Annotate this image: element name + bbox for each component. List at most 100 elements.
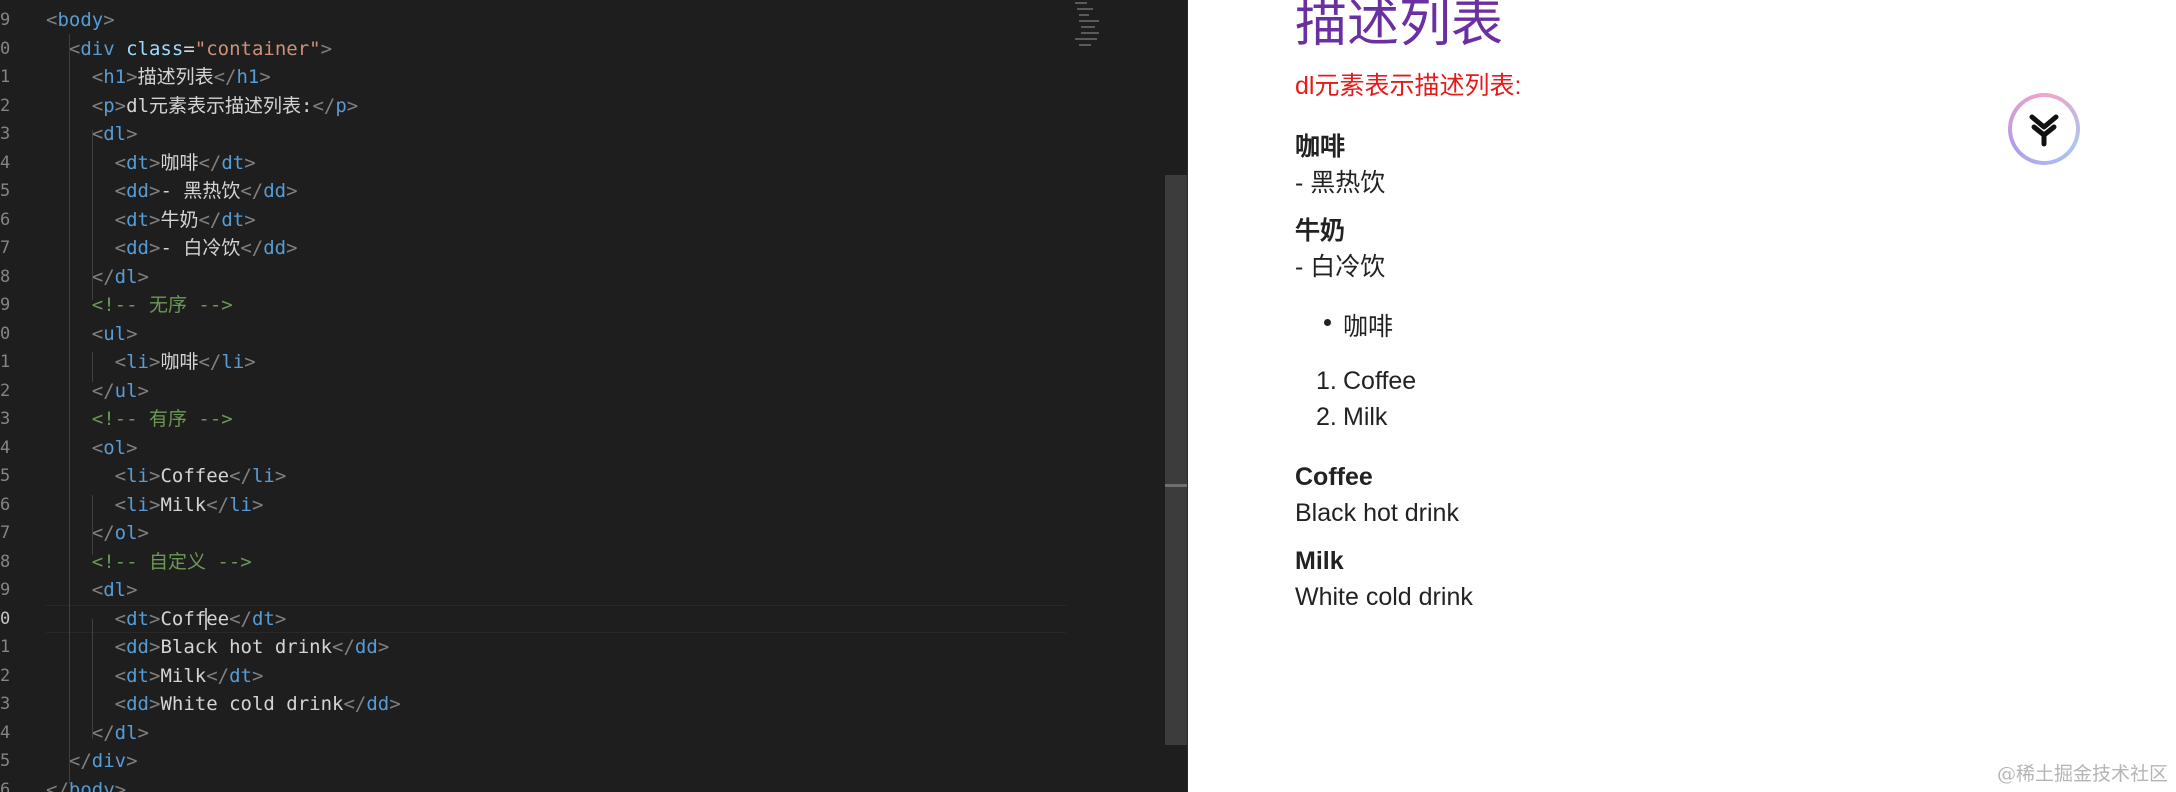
code-line[interactable]: <body> xyxy=(46,6,115,35)
code-line[interactable]: <!-- 无序 --> xyxy=(46,291,233,320)
code-token: </ xyxy=(91,265,115,288)
code-token: dl xyxy=(103,123,127,145)
code-token: dl xyxy=(114,265,138,288)
code-token: > xyxy=(126,66,138,88)
line-number: 3 xyxy=(0,409,10,429)
code-line[interactable]: <li>Milk</li> xyxy=(46,491,264,520)
code-token: < xyxy=(91,123,104,145)
code-token: dd xyxy=(126,693,149,715)
code-line[interactable]: <dt>Milk</dt> xyxy=(46,662,264,691)
code-token: h1 xyxy=(236,66,260,88)
code-token: > xyxy=(244,351,256,373)
code-line[interactable]: </dl> xyxy=(46,719,149,748)
code-line[interactable]: <dd>Black hot drink</dd> xyxy=(46,633,390,662)
code-token: 咖啡 xyxy=(160,351,199,373)
code-line[interactable]: <dd>White cold drink</dd> xyxy=(46,690,401,719)
code-token: </ xyxy=(91,721,115,744)
code-line[interactable]: </ol> xyxy=(46,519,149,548)
code-token: < xyxy=(91,94,104,117)
code-line[interactable]: <ol> xyxy=(46,434,138,463)
code-token: 牛奶 xyxy=(160,208,199,231)
dl2-term-coffee: Coffee xyxy=(1295,463,1373,491)
line-number: 9 xyxy=(0,580,10,600)
code-token: dd xyxy=(126,180,149,202)
code-token: > xyxy=(346,94,359,117)
code-token: </ xyxy=(206,664,230,687)
code-token: dt xyxy=(126,151,149,174)
code-line[interactable]: <ul> xyxy=(46,320,138,349)
code-editor[interactable]: 9012345678901234567890123456 <body> <div… xyxy=(0,0,1188,792)
line-number: 5 xyxy=(0,751,10,771)
code-token: < xyxy=(68,37,81,60)
editor-scrollbar-thumb[interactable] xyxy=(1165,175,1187,745)
code-line[interactable]: </div> xyxy=(46,747,138,776)
code-token: dd xyxy=(126,636,149,658)
code-token: dt xyxy=(251,607,275,630)
dl1-desc-milk: - 白冷饮 xyxy=(1295,253,1386,281)
minimap[interactable] xyxy=(1075,0,1105,50)
line-number: 7 xyxy=(0,238,10,258)
line-number: 1 xyxy=(0,67,10,87)
dl1-desc-coffee: - 黑热饮 xyxy=(1295,169,1386,197)
code-line[interactable]: <li>Coffee</li> xyxy=(46,462,287,491)
assistant-floating-button[interactable] xyxy=(2008,93,2080,165)
code-token: li xyxy=(126,465,149,487)
code-token: </ xyxy=(198,151,222,174)
code-token: > xyxy=(148,208,161,231)
code-line[interactable]: <!-- 有序 --> xyxy=(46,405,233,434)
ol-number-1: 1. xyxy=(1316,367,1337,395)
code-token: dd xyxy=(263,237,287,259)
code-token: < xyxy=(114,693,127,715)
code-token: p xyxy=(335,94,347,117)
dl2-desc-coffee: Black hot drink xyxy=(1295,499,1459,527)
code-line[interactable]: <li>咖啡</li> xyxy=(46,348,256,377)
code-token: </ xyxy=(240,237,264,259)
code-token: > xyxy=(148,664,161,687)
code-line[interactable]: <dd>- 白冷饮</dd> xyxy=(46,234,298,263)
code-token: > xyxy=(137,379,149,402)
code-token: < xyxy=(114,493,127,516)
line-number: 8 xyxy=(0,551,10,572)
code-token: > xyxy=(244,151,256,174)
code-token: > xyxy=(126,579,138,601)
code-token: </ xyxy=(206,493,230,516)
code-line[interactable]: </body> xyxy=(46,776,126,792)
code-token: ul xyxy=(103,322,127,345)
code-token: </ xyxy=(343,693,367,715)
code-token: > xyxy=(148,636,161,658)
code-line[interactable]: <dd>- 黑热饮</dd> xyxy=(46,177,298,206)
code-token: > xyxy=(148,180,161,202)
code-line[interactable]: <!-- 自定义 --> xyxy=(46,548,252,577)
line-number: 5 xyxy=(0,466,10,486)
dl1-term-milk: 牛奶 xyxy=(1295,217,1346,245)
page-heading: 描述列表 xyxy=(1295,0,1504,53)
code-line[interactable]: <div class="container"> xyxy=(46,35,332,64)
code-token: </ xyxy=(332,636,355,658)
code-token: > xyxy=(148,351,161,373)
code-token: > xyxy=(114,778,127,792)
line-number: 4 xyxy=(0,152,10,173)
code-token: < xyxy=(114,351,127,373)
code-token: < xyxy=(114,607,127,630)
line-number: 7 xyxy=(0,523,10,543)
code-token: > xyxy=(148,237,161,259)
code-line[interactable]: </dl> xyxy=(46,263,149,292)
code-line[interactable]: <h1>描述列表</h1> xyxy=(46,63,271,92)
code-token: < xyxy=(114,237,127,259)
code-line[interactable]: </ul> xyxy=(46,377,149,406)
line-number: 8 xyxy=(0,266,10,287)
line-number: 1 xyxy=(0,352,10,372)
code-token: < xyxy=(91,322,104,345)
code-line[interactable]: <dt>咖啡</dt> xyxy=(46,149,256,178)
code-line[interactable]: <dt>Coffee</dt> xyxy=(46,605,286,634)
code-token: p xyxy=(103,94,115,117)
code-line[interactable]: <p>dl元素表示描述列表:</p> xyxy=(46,92,358,121)
code-token: > xyxy=(148,493,161,516)
code-token: li xyxy=(126,493,149,516)
code-line[interactable]: <dt>牛奶</dt> xyxy=(46,206,256,235)
code-token: <!-- 自定义 --> xyxy=(91,550,252,573)
code-line[interactable]: <dl> xyxy=(46,576,138,605)
